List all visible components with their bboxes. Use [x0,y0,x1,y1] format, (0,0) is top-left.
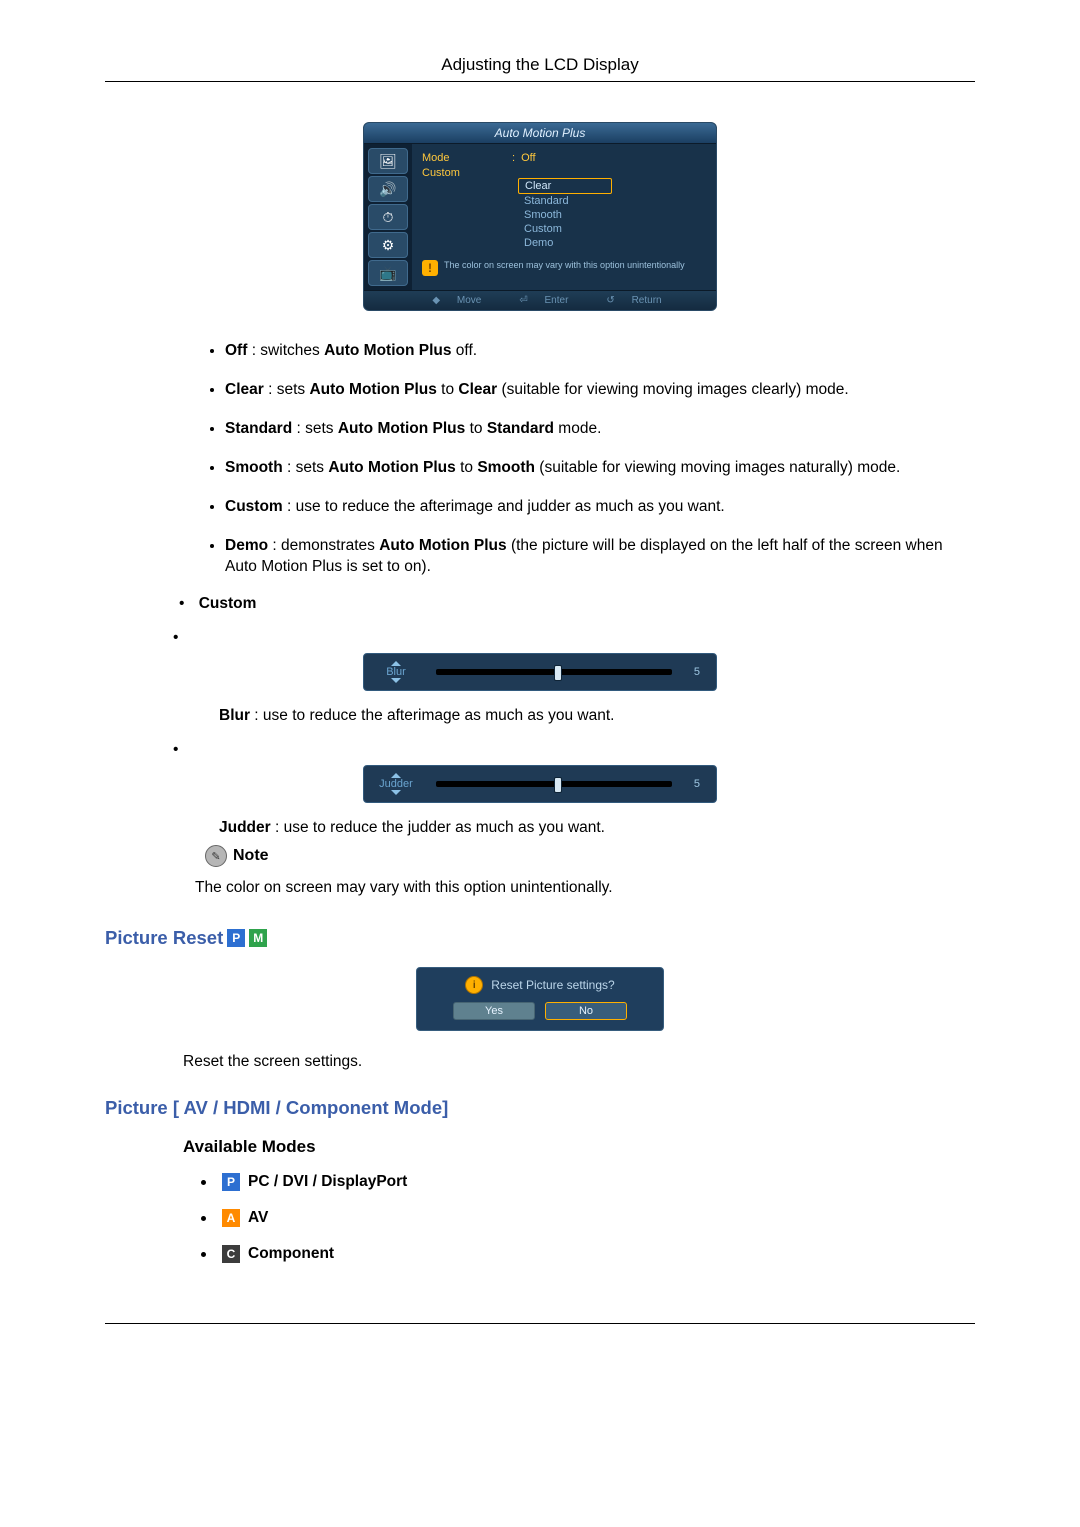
osd-auto-motion-plus: Auto Motion Plus 🖼 🔊 ⏱ ⚙ 📺 Mode : Off Cu… [363,122,717,311]
osd-footer-return: ↺ Return [592,295,661,306]
available-modes-list: P PC / DVI / DisplayPort A AV C Componen… [201,1173,975,1263]
page-footer-rule [105,1323,975,1324]
mode-component: C Component [201,1245,975,1263]
osd-option-list: Clear Standard Smooth Custom Demo [518,178,706,250]
mode-badge-p-icon: P [227,929,245,947]
custom-heading: Custom [173,595,975,613]
osd-tab-input-icon: 📺 [368,260,408,286]
osd-tab-picture-icon: 🖼 [368,148,408,174]
osd-option-clear: Clear [518,178,612,194]
slider-blur-value: 5 [680,666,708,678]
osd-option-smooth: Smooth [518,208,610,222]
desc-smooth: Smooth : sets Auto Motion Plus to Smooth… [225,458,975,479]
mode-badge-a-icon: A [222,1209,240,1227]
osd-warning-text: The color on screen may vary with this o… [444,260,685,271]
sub-bullet-judder: • [173,741,975,759]
osd-footer-move: ◆ Move [418,295,481,306]
judder-description: Judder : use to reduce the judder as muc… [219,819,975,837]
desc-demo: Demo : demonstrates Auto Motion Plus (th… [225,536,975,578]
slider-blur-name: Blur [386,666,406,678]
desc-off: Off : switches Auto Motion Plus off. [225,341,975,362]
desc-clear: Clear : sets Auto Motion Plus to Clear (… [225,380,975,401]
arrow-down-icon [391,678,401,683]
mode-pc: P PC / DVI / DisplayPort [201,1173,975,1191]
sub-bullet-blur: • [173,629,975,647]
osd-option-demo: Demo [518,236,610,250]
note-icon [205,845,227,867]
blur-description: Blur : use to reduce the afterimage as m… [219,707,975,725]
osd-mode-value: Off [521,152,535,164]
osd-footer: ◆ Move ⏎ Enter ↺ Return [364,290,716,310]
mode-badge-m-icon: M [249,929,267,947]
osd-title: Auto Motion Plus [364,123,716,144]
picture-modes-heading: Picture [ AV / HDMI / Component Mode] [105,1097,975,1119]
available-modes-heading: Available Modes [183,1137,975,1157]
judder-slider: Judder 5 [363,765,717,803]
slider-judder-name: Judder [379,778,413,790]
mode-badge-c-icon: C [222,1245,240,1263]
picture-reset-heading: Picture Reset P M [105,927,975,949]
osd-option-standard: Standard [518,194,610,208]
reset-description: Reset the screen settings. [183,1053,975,1071]
reset-no-button: No [545,1002,627,1020]
mode-badge-p-icon: P [222,1173,240,1191]
osd-mode-label: Mode [422,152,512,164]
reset-yes-button: Yes [453,1002,535,1020]
reset-dialog-title: Reset Picture settings? [491,978,614,992]
osd-left-tabs: 🖼 🔊 ⏱ ⚙ 📺 [364,144,412,290]
osd-tab-timer-icon: ⏱ [368,204,408,230]
mode-descriptions: Off : switches Auto Motion Plus off. Cle… [195,341,975,577]
slider-thumb [554,665,562,681]
note-text: The color on screen may vary with this o… [195,879,975,897]
note-label: Note [233,847,269,865]
info-icon: i [465,976,483,994]
osd-tab-sound-icon: 🔊 [368,176,408,202]
page-header: Adjusting the LCD Display [105,55,975,82]
reset-dialog: i Reset Picture settings? Yes No [416,967,664,1031]
warning-icon: ! [422,260,438,276]
osd-row-mode: Mode : Off [422,152,706,164]
osd-option-custom: Custom [518,222,610,236]
blur-slider: Blur 5 [363,653,717,691]
desc-standard: Standard : sets Auto Motion Plus to Stan… [225,419,975,440]
slider-judder-value: 5 [680,778,708,790]
desc-custom: Custom : use to reduce the afterimage an… [225,497,975,518]
osd-footer-enter: ⏎ Enter [505,295,568,306]
arrow-down-icon [391,790,401,795]
osd-tab-setup-icon: ⚙ [368,232,408,258]
osd-custom-label: Custom [422,167,512,179]
mode-av: A AV [201,1209,975,1227]
slider-thumb [554,777,562,793]
